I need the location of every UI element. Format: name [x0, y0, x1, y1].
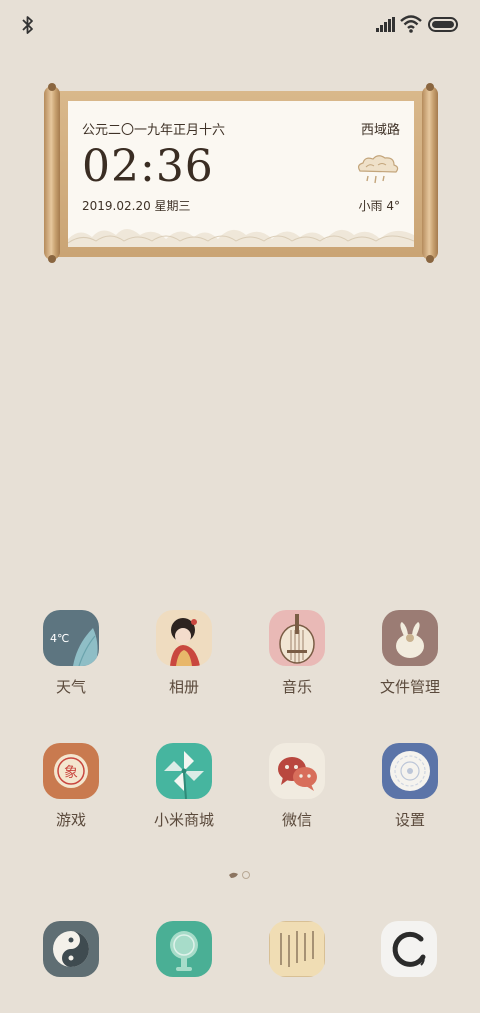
scroll-rod-right — [422, 83, 438, 263]
dock-messages[interactable] — [156, 921, 212, 977]
app-file-manager[interactable]: 文件管理 — [360, 610, 460, 710]
weather-icon: 4℃ — [43, 610, 99, 666]
app-weather[interactable]: 4℃ 天气 — [21, 610, 121, 710]
mi-store-icon — [156, 743, 212, 799]
scroll-rod-left — [44, 83, 60, 263]
rain-cloud-icon — [357, 155, 399, 184]
games-icon: 象 — [43, 743, 99, 799]
clock-weather-widget[interactable]: 公元二〇一九年正月十六 西域路 02:36 2019.02.20 星期三 小雨 … — [44, 78, 438, 268]
wifi-icon — [400, 15, 422, 33]
file-manager-icon — [382, 610, 438, 666]
app-settings[interactable]: 设置 — [360, 743, 460, 843]
battery-icon — [428, 17, 458, 32]
dock-phone[interactable] — [43, 921, 99, 977]
city-name: 西域路 — [360, 123, 400, 138]
app-mi-store[interactable]: 小米商城 — [134, 743, 234, 843]
clock-time[interactable]: 02:36 — [82, 141, 214, 192]
app-label: 小米商城 — [153, 811, 214, 829]
wechat-icon — [269, 743, 325, 799]
app-label: 音乐 — [281, 678, 312, 696]
page-indicator[interactable] — [228, 870, 254, 880]
app-wechat[interactable]: 微信 — [247, 743, 347, 843]
gallery-icon — [156, 610, 212, 666]
app-label: 设置 — [394, 811, 425, 829]
app-games[interactable]: 象 游戏 — [21, 743, 121, 843]
app-label: 微信 — [281, 811, 312, 829]
app-label: 文件管理 — [379, 678, 440, 696]
chess-piece-text: 象 — [64, 765, 78, 781]
app-label: 游戏 — [55, 811, 86, 829]
phone-yinyang-icon — [43, 921, 99, 977]
settings-icon — [382, 743, 438, 799]
browser-scroll-icon — [269, 921, 325, 977]
messages-icon — [156, 921, 212, 977]
dock-camera[interactable] — [381, 921, 437, 977]
camera-brush-icon — [381, 921, 437, 977]
app-label: 相册 — [168, 678, 199, 696]
dock-browser[interactable] — [269, 921, 325, 977]
scroll-paper: 公元二〇一九年正月十六 西域路 02:36 2019.02.20 星期三 小雨 … — [68, 101, 414, 247]
bluetooth-icon — [22, 16, 33, 34]
app-music[interactable]: 音乐 — [247, 610, 347, 710]
app-gallery[interactable]: 相册 — [134, 610, 234, 710]
signal-icon — [376, 17, 395, 32]
date-weekday: 2019.02.20 星期三 — [82, 199, 191, 213]
weather-temp-text: 4℃ — [50, 632, 69, 645]
scroll-frame: 公元二〇一九年正月十六 西域路 02:36 2019.02.20 星期三 小雨 … — [58, 91, 424, 257]
weather-summary[interactable]: 小雨 4° — [359, 197, 400, 214]
wave-pattern — [68, 229, 414, 247]
music-icon — [269, 610, 325, 666]
status-bar — [0, 0, 480, 50]
lunar-date: 公元二〇一九年正月十六 — [82, 123, 226, 138]
app-label: 天气 — [55, 678, 86, 696]
